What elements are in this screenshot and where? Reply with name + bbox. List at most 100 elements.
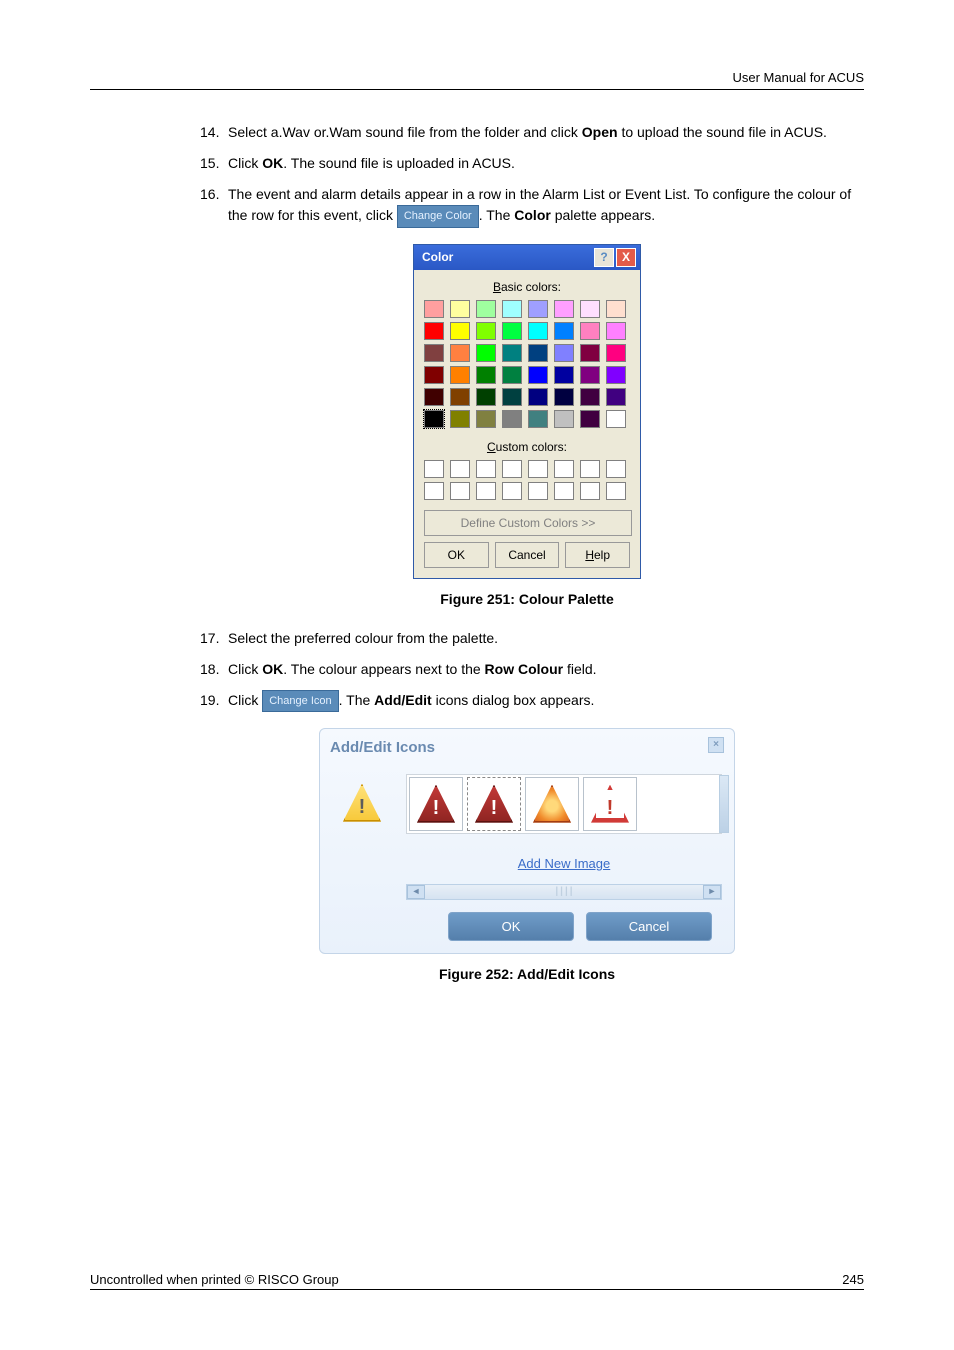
list-number: 14. xyxy=(200,122,228,143)
step-14: 14. Select a.Wav or.Wam sound file from … xyxy=(200,122,854,143)
custom-color-slot[interactable] xyxy=(528,460,548,478)
dialog-help-button[interactable]: ? xyxy=(594,248,614,267)
color-swatch[interactable] xyxy=(580,300,600,318)
color-swatch[interactable] xyxy=(580,344,600,362)
icon-option-red-alert[interactable]: ! xyxy=(409,777,463,831)
color-swatch[interactable] xyxy=(528,344,548,362)
color-swatch[interactable] xyxy=(424,322,444,340)
icon-scrollbar[interactable]: ◄ ┃┃┃┃ ► xyxy=(406,884,722,900)
color-swatch[interactable] xyxy=(528,388,548,406)
color-swatch[interactable] xyxy=(424,410,444,428)
ae-dialog-close-button[interactable]: × xyxy=(708,737,724,753)
custom-color-slot[interactable] xyxy=(502,460,522,478)
color-swatch[interactable] xyxy=(606,300,626,318)
custom-color-slot[interactable] xyxy=(554,482,574,500)
custom-color-slot[interactable] xyxy=(476,460,496,478)
custom-color-slot[interactable] xyxy=(580,482,600,500)
color-swatch[interactable] xyxy=(580,366,600,384)
color-swatch[interactable] xyxy=(606,344,626,362)
color-swatch[interactable] xyxy=(450,300,470,318)
dialog-ok-button[interactable]: OK xyxy=(424,542,489,568)
color-swatch[interactable] xyxy=(450,388,470,406)
custom-color-slot[interactable] xyxy=(424,460,444,478)
custom-color-slot[interactable] xyxy=(606,482,626,500)
icon-option-fire[interactable] xyxy=(525,777,579,831)
color-swatch[interactable] xyxy=(580,388,600,406)
change-color-button[interactable]: Change Color xyxy=(397,205,479,228)
color-swatch[interactable] xyxy=(424,300,444,318)
color-swatch[interactable] xyxy=(476,366,496,384)
page-header: User Manual for ACUS xyxy=(90,70,864,90)
color-swatch[interactable] xyxy=(502,300,522,318)
custom-color-slot[interactable] xyxy=(606,460,626,478)
color-swatch[interactable] xyxy=(476,322,496,340)
color-swatch[interactable] xyxy=(528,410,548,428)
dialog-title: Color xyxy=(422,248,453,266)
color-swatch[interactable] xyxy=(554,366,574,384)
color-swatch[interactable] xyxy=(554,344,574,362)
color-swatch[interactable] xyxy=(554,388,574,406)
ae-cancel-button[interactable]: Cancel xyxy=(586,912,712,942)
custom-color-slot[interactable] xyxy=(528,482,548,500)
custom-color-slot[interactable] xyxy=(450,460,470,478)
custom-colors-label: Custom colors: xyxy=(424,438,630,456)
color-swatch[interactable] xyxy=(424,388,444,406)
custom-color-slot[interactable] xyxy=(554,460,574,478)
color-swatch[interactable] xyxy=(606,410,626,428)
color-swatch[interactable] xyxy=(580,322,600,340)
page-footer: Uncontrolled when printed © RISCO Group … xyxy=(90,1272,864,1290)
color-swatch[interactable] xyxy=(476,344,496,362)
custom-color-slot[interactable] xyxy=(450,482,470,500)
list-body: Click OK. The sound file is uploaded in … xyxy=(228,153,854,174)
dialog-close-button[interactable]: X xyxy=(616,248,636,267)
figure-caption-1: Figure 251: Colour Palette xyxy=(200,589,854,610)
color-swatch[interactable] xyxy=(476,388,496,406)
color-swatch[interactable] xyxy=(554,410,574,428)
color-swatch[interactable] xyxy=(554,322,574,340)
figure-caption-2: Figure 252: Add/Edit Icons xyxy=(200,964,854,985)
color-swatch[interactable] xyxy=(554,300,574,318)
color-swatch[interactable] xyxy=(450,366,470,384)
step-19: 19. Click Change Icon. The Add/Edit icon… xyxy=(200,690,854,713)
scroll-left-button[interactable]: ◄ xyxy=(407,885,425,899)
add-new-image-link[interactable]: Add New Image xyxy=(518,854,611,874)
step-15: 15. Click OK. The sound file is uploaded… xyxy=(200,153,854,174)
color-swatch[interactable] xyxy=(424,344,444,362)
list-body: The event and alarm details appear in a … xyxy=(228,184,854,228)
add-edit-icons-dialog: Add/Edit Icons × ! ! ! xyxy=(319,728,735,954)
color-swatch[interactable] xyxy=(424,366,444,384)
color-swatch[interactable] xyxy=(606,388,626,406)
custom-color-slot[interactable] xyxy=(502,482,522,500)
change-icon-button[interactable]: Change Icon xyxy=(262,690,338,713)
color-swatch[interactable] xyxy=(450,322,470,340)
color-swatch[interactable] xyxy=(580,410,600,428)
color-swatch[interactable] xyxy=(606,322,626,340)
color-swatch[interactable] xyxy=(450,410,470,428)
color-swatch[interactable] xyxy=(502,344,522,362)
color-swatch[interactable] xyxy=(502,388,522,406)
color-swatch[interactable] xyxy=(502,366,522,384)
custom-color-slot[interactable] xyxy=(476,482,496,500)
color-swatch[interactable] xyxy=(528,300,548,318)
list-body: Click OK. The colour appears next to the… xyxy=(228,659,854,680)
define-custom-colors-button[interactable]: Define Custom Colors >> xyxy=(424,510,632,536)
color-swatch[interactable] xyxy=(528,366,548,384)
ae-dialog-title: Add/Edit Icons xyxy=(330,737,435,760)
color-swatch[interactable] xyxy=(606,366,626,384)
dialog-help-lower-button[interactable]: Help xyxy=(565,542,630,568)
color-dialog: Color ? X Basic colors: Custom colors: xyxy=(413,244,641,579)
figure-color-palette: Color ? X Basic colors: Custom colors: xyxy=(200,244,854,579)
color-swatch[interactable] xyxy=(502,322,522,340)
color-swatch[interactable] xyxy=(450,344,470,362)
scroll-right-button[interactable]: ► xyxy=(703,885,721,899)
ae-ok-button[interactable]: OK xyxy=(448,912,574,942)
icon-option-outlined-warning[interactable]: ! xyxy=(583,777,637,831)
color-swatch[interactable] xyxy=(502,410,522,428)
custom-color-slot[interactable] xyxy=(580,460,600,478)
color-swatch[interactable] xyxy=(528,322,548,340)
color-swatch[interactable] xyxy=(476,410,496,428)
dialog-cancel-button[interactable]: Cancel xyxy=(495,542,560,568)
custom-color-slot[interactable] xyxy=(424,482,444,500)
icon-option-red-alert-selected[interactable]: ! xyxy=(467,777,521,831)
color-swatch[interactable] xyxy=(476,300,496,318)
